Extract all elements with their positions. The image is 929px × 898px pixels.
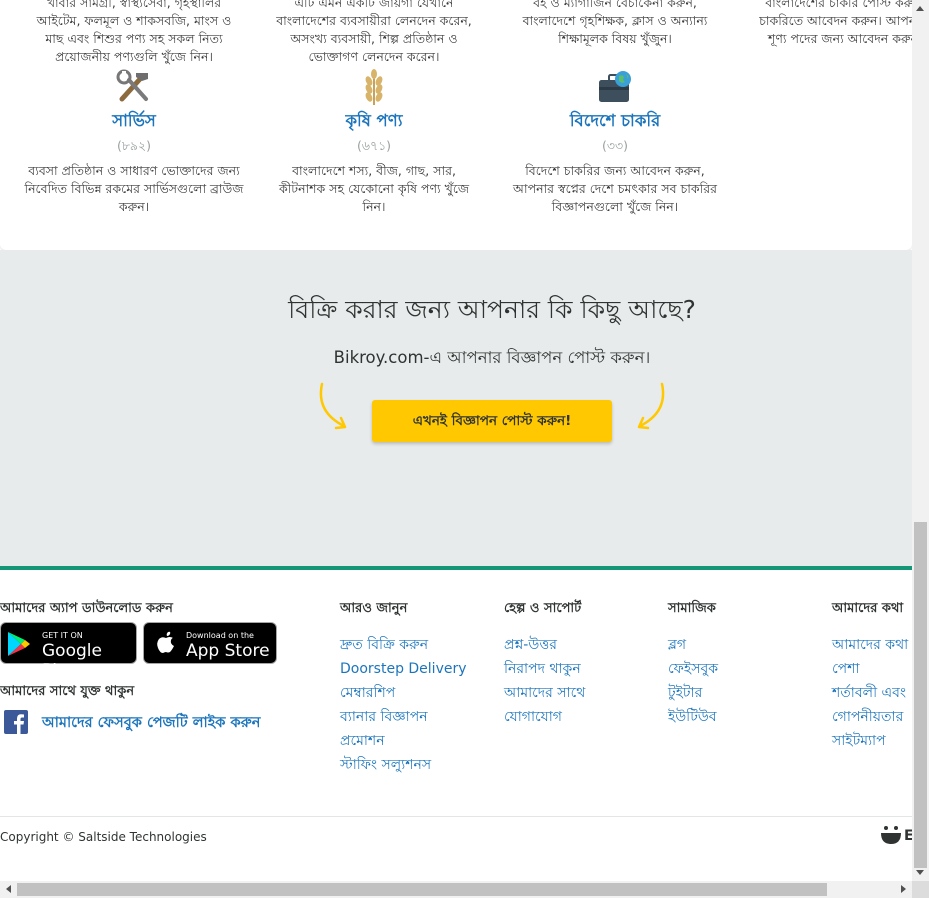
post-ad-banner: বিক্রি করার জন্য আপনার কি কিছু আছে? Bikr… bbox=[0, 250, 912, 566]
category-title[interactable]: কৃষি পণ্য bbox=[259, 110, 489, 132]
category-description: এটি এমন একটি জায়গা যেখানে বাংলাদেশের ব্… bbox=[276, 0, 472, 64]
footer-app-heading: আমাদের অ্যাপ ডাউনলোড করুন bbox=[0, 601, 173, 616]
scroll-down-arrow-icon bbox=[916, 870, 924, 875]
category-description: বাংলাদেশে শস্য, বীজ, গাছ, সার, কীটনাশক স… bbox=[278, 163, 470, 214]
category-description: ব্যবসা প্রতিষ্ঠান ও সাধারণ ভোক্তাদের জন্… bbox=[24, 163, 244, 214]
footer-divider bbox=[0, 816, 912, 817]
app-store-small-text: Download on the bbox=[186, 631, 254, 640]
footer-app-column: আমাদের অ্যাপ ডাউনলোড করুন bbox=[0, 600, 173, 618]
footer-connect-heading: আমাদের সাথে যুক্ত থাকুন bbox=[0, 684, 135, 699]
footer-column-heading: আরও জানুন bbox=[340, 601, 408, 616]
footer-link[interactable]: গোপনীয়তার bbox=[832, 705, 908, 729]
footer-link[interactable]: টুইটার bbox=[668, 681, 718, 705]
site-footer: আমাদের অ্যাপ ডাউনলোড করুন GET IT ON Goog… bbox=[0, 566, 912, 880]
category-count: (৩৩) bbox=[601, 138, 628, 153]
scroll-down-button[interactable] bbox=[912, 864, 929, 881]
logo-text: E bbox=[904, 828, 912, 844]
category-agriculture[interactable]: কৃষি পণ্য (৬৭১) বাংলাদেশে শস্য, বীজ, গাছ… bbox=[259, 67, 489, 216]
footer-link[interactable]: ব্যানার বিজ্ঞাপন bbox=[340, 705, 467, 729]
footer-link[interactable]: ফেইসবুক bbox=[668, 657, 718, 681]
google-play-badge[interactable]: GET IT ON Google Play bbox=[0, 622, 137, 681]
footer-link[interactable]: আমাদের কথা bbox=[832, 633, 908, 657]
scroll-up-arrow-icon bbox=[916, 6, 924, 11]
sell-subheading: Bikroy.com-এ আপনার বিজ্ঞাপন পোস্ট করুন। bbox=[333, 348, 651, 367]
category-count: (৮৯২) bbox=[116, 138, 152, 153]
curved-arrow-left-icon bbox=[314, 382, 354, 438]
footer-link[interactable]: প্রশ্ন-উত্তর bbox=[504, 633, 585, 657]
footer-link[interactable]: শর্তাবলী এবং bbox=[832, 681, 908, 705]
scroll-left-button[interactable] bbox=[0, 881, 17, 898]
category-education[interactable]: বই ও ম্যাগাজিন বেচাকেনা করুন, বাংলাদেশে … bbox=[500, 0, 730, 48]
post-ad-button[interactable]: এখনই বিজ্ঞাপন পোস্ট করুন! bbox=[372, 400, 612, 442]
category-description: বই ও ম্যাগাজিন বেচাকেনা করুন, বাংলাদেশে … bbox=[522, 0, 708, 46]
google-play-big-text: Google Play bbox=[42, 641, 102, 681]
category-business[interactable]: এটি এমন একটি জায়গা যেখানে বাংলাদেশের ব্… bbox=[259, 0, 489, 66]
sell-heading: বিক্রি করার জন্য আপনার কি কিছু আছে? bbox=[288, 295, 696, 324]
footer-link[interactable]: দ্রুত বিক্রি করুন bbox=[340, 633, 467, 657]
footer-link[interactable]: Doorstep Delivery bbox=[340, 657, 467, 681]
scroll-right-button[interactable] bbox=[895, 881, 912, 898]
category-section: খাবার সামগ্রী, স্বাস্থ্যসেবা, গৃহস্থালির… bbox=[0, 0, 912, 250]
facebook-like-link[interactable]: আমাদের ফেসবুক পেজটি লাইক করুন bbox=[4, 710, 260, 738]
footer-column-heading: আমাদের কথা bbox=[832, 601, 904, 616]
copyright-text: Copyright © Saltside Technologies bbox=[0, 830, 207, 844]
tools-icon bbox=[114, 67, 154, 107]
footer-link[interactable]: স্টাফিং সল্যুশনস bbox=[340, 753, 467, 777]
footer-link[interactable]: যোগাযোগ bbox=[504, 705, 585, 729]
category-description: খাবার সামগ্রী, স্বাস্থ্যসেবা, গৃহস্থালির… bbox=[36, 0, 232, 64]
footer-column-learn-more: আরও জানুন দ্রুত বিক্রি করুন Doorstep Del… bbox=[340, 600, 467, 777]
scrollbar-corner bbox=[912, 881, 929, 898]
category-description: বাংলাদেশের চাকরি পোস্ট করুন চাকরিতে আবেদ… bbox=[759, 0, 912, 46]
category-jobs[interactable]: বাংলাদেশের চাকরি পোস্ট করুন চাকরিতে আবেদ… bbox=[728, 0, 912, 48]
scroll-up-button[interactable] bbox=[912, 0, 929, 17]
category-title[interactable]: বিদেশে চাকরি bbox=[500, 110, 730, 132]
footer-column-heading: সামাজিক bbox=[668, 601, 716, 616]
footer-column-heading: হেল্প ও সাপোর্ট bbox=[504, 601, 582, 616]
google-play-icon bbox=[7, 631, 31, 661]
category-title[interactable]: সার্ভিস bbox=[19, 110, 249, 132]
app-store-big-text: App Store bbox=[186, 641, 270, 661]
category-essentials[interactable]: খাবার সামগ্রী, স্বাস্থ্যসেবা, গৃহস্থালির… bbox=[19, 0, 249, 66]
logo-smile-icon bbox=[880, 825, 902, 849]
footer-link[interactable]: মেম্বারশিপ bbox=[340, 681, 467, 705]
footer-link[interactable]: ইউটিউব bbox=[668, 705, 718, 729]
horizontal-scrollbar-thumb[interactable] bbox=[17, 883, 827, 896]
footer-link[interactable]: প্রমোশন bbox=[340, 729, 467, 753]
category-overseas-jobs[interactable]: বিদেশে চাকরি (৩৩) বিদেশে চাকরির জন্য আবে… bbox=[500, 67, 730, 216]
scroll-left-arrow-icon bbox=[6, 885, 11, 893]
footer-column-about: আমাদের কথা আমাদের কথা পেশা শর্তাবলী এবং … bbox=[832, 600, 908, 753]
curved-arrow-right-icon bbox=[632, 382, 672, 438]
category-count: (৬৭১) bbox=[356, 138, 392, 153]
google-play-small-text: GET IT ON bbox=[42, 631, 83, 640]
app-store-badge[interactable]: Download on the App Store bbox=[143, 622, 277, 664]
vertical-scrollbar-thumb[interactable] bbox=[914, 522, 927, 868]
wheat-icon bbox=[354, 67, 394, 107]
footer-column-social: সামাজিক ব্লগ ফেইসবুক টুইটার ইউটিউব bbox=[668, 600, 718, 729]
footer-link[interactable]: আমাদের সাথে bbox=[504, 681, 585, 705]
category-description: বিদেশে চাকরির জন্য আবেদন করুন, আপনার স্ব… bbox=[513, 163, 717, 214]
footer-link[interactable]: সাইটম্যাপ bbox=[832, 729, 908, 753]
footer-link[interactable]: নিরাপদ থাকুন bbox=[504, 657, 585, 681]
category-services[interactable]: সার্ভিস (৮৯২) ব্যবসা প্রতিষ্ঠান ও সাধারণ… bbox=[19, 67, 249, 216]
footer-column-help: হেল্প ও সাপোর্ট প্রশ্ন-উত্তর নিরাপদ থাকু… bbox=[504, 600, 585, 729]
facebook-icon bbox=[4, 710, 28, 738]
facebook-like-label: আমাদের ফেসবুক পেজটি লাইক করুন bbox=[42, 715, 261, 731]
footer-link[interactable]: ব্লগ bbox=[668, 633, 718, 657]
footer-link[interactable]: পেশা bbox=[832, 657, 908, 681]
scroll-right-arrow-icon bbox=[901, 885, 906, 893]
briefcase-globe-icon bbox=[595, 67, 635, 107]
apple-icon bbox=[156, 631, 176, 659]
